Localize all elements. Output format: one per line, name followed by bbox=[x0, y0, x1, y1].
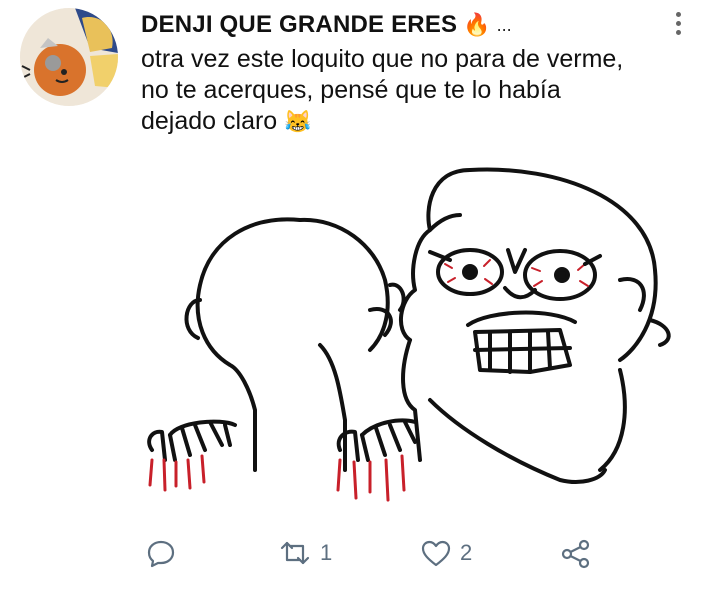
author-name[interactable]: DENJI QUE GRANDE ERES bbox=[141, 11, 457, 39]
like-icon bbox=[420, 538, 452, 568]
crying-cat-emoji: 😹 bbox=[284, 109, 312, 134]
name-ellipsis: ... bbox=[496, 14, 512, 35]
post-text-line: no te acerques, pensé que te lo había bbox=[141, 76, 561, 104]
avatar[interactable] bbox=[20, 8, 118, 106]
post-image[interactable] bbox=[130, 160, 690, 520]
author-row: DENJI QUE GRANDE ERES 🔥 ... bbox=[141, 10, 661, 40]
like-button[interactable]: 2 bbox=[420, 538, 472, 568]
fire-icon: 🔥 bbox=[463, 12, 491, 37]
post-text-line-3: dejado claro bbox=[141, 107, 278, 135]
post-header: DENJI QUE GRANDE ERES 🔥 ... bbox=[141, 10, 661, 40]
share-icon bbox=[560, 538, 592, 570]
more-options-icon[interactable] bbox=[672, 12, 684, 42]
action-bar: 1 2 bbox=[0, 530, 720, 580]
share-button[interactable] bbox=[560, 538, 592, 570]
repost-count: 1 bbox=[320, 540, 333, 565]
post-text: otra vez este loquito que no para de ver… bbox=[141, 44, 686, 137]
like-count: 2 bbox=[460, 540, 473, 565]
repost-button[interactable]: 1 bbox=[278, 538, 332, 568]
reply-button[interactable] bbox=[146, 538, 184, 568]
repost-icon bbox=[278, 538, 312, 568]
reply-icon bbox=[146, 538, 176, 568]
post-text-line: dejado claro 😹 bbox=[141, 106, 686, 137]
post-text-line: otra vez este loquito que no para de ver… bbox=[141, 45, 624, 73]
